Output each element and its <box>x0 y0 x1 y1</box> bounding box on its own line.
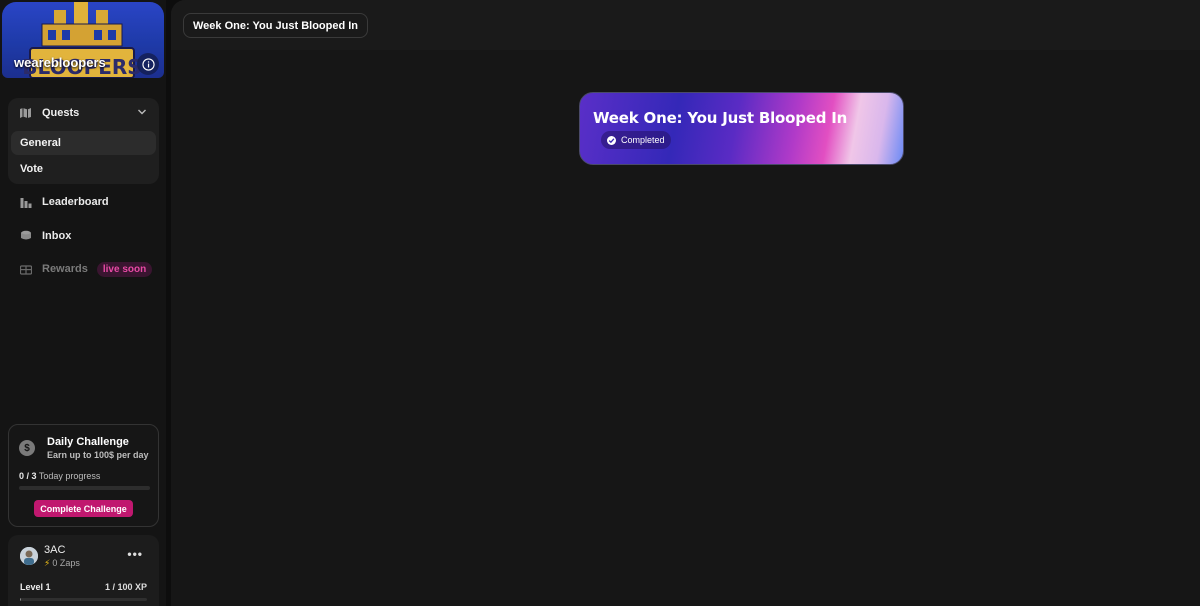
rewards-label: Rewards <box>42 263 88 275</box>
sidebar-item-inbox[interactable]: Inbox <box>8 223 159 249</box>
gift-icon <box>19 263 32 276</box>
daily-challenge-subtitle: Earn up to 100$ per day <box>47 450 149 460</box>
quests-toggle[interactable]: Quests <box>8 100 159 126</box>
user-card: 3AC ⚡ 0 Zaps ••• Level 1 1 / 100 XP <box>8 535 159 606</box>
avatar[interactable] <box>20 547 38 565</box>
xp-progress-fill <box>20 598 22 601</box>
zaps-label: 0 Zaps <box>52 558 80 568</box>
quest-status-label: Completed <box>621 135 665 145</box>
daily-progress-text: 0 / 3 Today progress <box>19 471 100 481</box>
chevron-down-icon <box>138 109 146 115</box>
daily-challenge-title: Daily Challenge <box>47 436 129 448</box>
daily-progress-count: 0 / 3 <box>19 471 37 481</box>
quests-group: Quests General Vote <box>8 98 159 184</box>
sidebar: BLOOPERS wearebloopers Quests General Vo… <box>0 0 166 606</box>
username: 3AC <box>44 544 66 556</box>
info-icon[interactable] <box>137 53 159 75</box>
map-icon <box>19 107 32 120</box>
dollar-coin-icon: $ <box>19 440 35 456</box>
xp-progress-bar <box>20 598 147 601</box>
community-name: wearebloopers <box>14 55 106 70</box>
quest-card[interactable]: Week One: You Just Blooped In Completed <box>579 92 904 165</box>
complete-challenge-button[interactable]: Complete Challenge <box>34 500 133 517</box>
quest-sub-item-general[interactable]: General <box>11 131 156 155</box>
sidebar-item-rewards[interactable]: Rewards live soon <box>8 256 159 282</box>
breadcrumb[interactable]: Week One: You Just Blooped In <box>183 13 369 38</box>
quest-sub-item-vote[interactable]: Vote <box>11 157 156 181</box>
user-level: Level 1 <box>20 582 51 592</box>
more-options-icon[interactable]: ••• <box>127 547 143 561</box>
user-xp: 1 / 100 XP <box>104 582 147 592</box>
bar-chart-icon <box>19 196 32 209</box>
daily-progress-bar <box>19 486 150 490</box>
top-bar: Week One: You Just Blooped In <box>171 0 1200 50</box>
community-banner[interactable]: BLOOPERS wearebloopers <box>2 2 164 78</box>
daily-progress-label: Today progress <box>38 471 101 481</box>
live-soon-badge: live soon <box>96 261 153 277</box>
zaps-count: ⚡ 0 Zaps <box>44 558 80 569</box>
completed-status-badge: Completed <box>601 131 671 149</box>
leaderboard-label: Leaderboard <box>42 196 109 208</box>
inbox-icon <box>19 230 32 243</box>
inbox-label: Inbox <box>42 230 72 242</box>
check-circle-icon <box>607 135 616 145</box>
sidebar-item-leaderboard[interactable]: Leaderboard <box>8 189 159 215</box>
daily-challenge-card: $ Daily Challenge Earn up to 100$ per da… <box>8 424 159 527</box>
lightning-icon: ⚡ <box>44 558 51 568</box>
main-content: Week One: You Just Blooped In Week One: … <box>171 0 1200 606</box>
quests-label: Quests <box>42 107 80 119</box>
quest-title: Week One: You Just Blooped In <box>593 109 848 127</box>
